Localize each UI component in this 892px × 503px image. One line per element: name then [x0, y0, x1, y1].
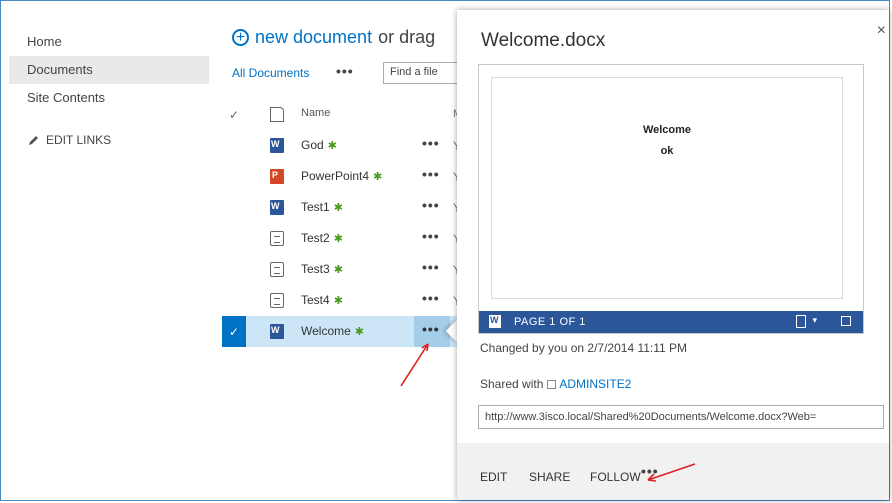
generic-doc-icon: [270, 231, 284, 246]
popout-icon[interactable]: [841, 316, 851, 326]
list-header: ✓ Name M: [222, 99, 462, 130]
document-preview[interactable]: Welcome ok PAGE 1 OF 1 ▾: [478, 64, 864, 334]
shared-with-label: Shared with: [480, 377, 544, 391]
reading-view-icon[interactable]: [796, 315, 806, 328]
edit-links-button[interactable]: EDIT LINKS: [28, 133, 111, 147]
document-name[interactable]: Test4 ✱: [301, 293, 343, 307]
generic-doc-icon: [270, 293, 284, 308]
generic-doc-icon: [270, 262, 284, 277]
preview-line-1: Welcome: [642, 124, 692, 136]
document-name[interactable]: Test3 ✱: [301, 262, 343, 276]
document-name[interactable]: Test1 ✱: [301, 200, 343, 214]
quick-launch: Home Documents Site Contents: [9, 28, 209, 112]
nav-item-home[interactable]: Home: [9, 28, 209, 56]
add-circle-icon[interactable]: +: [232, 29, 249, 46]
new-item-icon: ✱: [333, 295, 343, 307]
page-indicator: PAGE 1 OF 1: [514, 316, 586, 328]
select-all-check-icon[interactable]: ✓: [222, 99, 246, 130]
shared-with-row: Shared with ADMINSITE2: [480, 377, 631, 391]
new-item-icon: ✱: [354, 326, 365, 338]
document-name[interactable]: God ✱: [301, 138, 337, 152]
preview-line-2: ok: [660, 145, 674, 157]
new-item-icon: ✱: [333, 202, 343, 214]
open-menu-button[interactable]: •••: [422, 135, 440, 151]
open-menu-button[interactable]: •••: [422, 228, 440, 244]
column-header-name[interactable]: Name: [301, 107, 330, 119]
list-item[interactable]: Test1✱ ••• Y: [222, 192, 462, 223]
list-item[interactable]: Test3✱ ••• Y: [222, 254, 462, 285]
preview-page: Welcome ok: [491, 77, 843, 299]
user-presence-icon: [547, 379, 557, 389]
powerpoint-doc-icon: [270, 169, 284, 184]
new-document-command: + new document or drag: [232, 27, 435, 48]
file-type-header-icon[interactable]: [270, 107, 284, 122]
nav-item-site-contents[interactable]: Site Contents: [9, 84, 209, 112]
word-doc-icon: [270, 324, 284, 339]
chevron-down-icon[interactable]: ▾: [812, 315, 817, 326]
document-name[interactable]: Welcome ✱: [301, 324, 364, 338]
changed-by-text: Changed by you on 2/7/2014 11:11 PM: [480, 341, 688, 355]
view-more-button[interactable]: •••: [336, 63, 354, 79]
new-item-icon: ✱: [373, 171, 383, 183]
list-item[interactable]: Test4✱ ••• Y: [222, 285, 462, 316]
or-drag-text: or drag: [378, 27, 436, 47]
new-document-link[interactable]: new document: [255, 27, 372, 48]
document-list: ✓ Name M God✱ ••• Y PowerPoint4✱ ••• Y T…: [222, 99, 462, 347]
shared-with-link[interactable]: ADMINSITE2: [559, 377, 631, 391]
document-callout: Welcome.docx × Welcome ok PAGE 1 OF 1 ▾ …: [457, 10, 889, 500]
open-menu-button[interactable]: •••: [422, 197, 440, 213]
preview-toolbar: PAGE 1 OF 1 ▾: [479, 311, 863, 333]
document-name[interactable]: Test2 ✱: [301, 231, 343, 245]
list-item[interactable]: PowerPoint4✱ ••• Y: [222, 161, 462, 192]
new-item-icon: ✱: [327, 140, 337, 152]
document-name[interactable]: PowerPoint4 ✱: [301, 169, 382, 183]
open-menu-button[interactable]: •••: [422, 166, 440, 182]
close-icon[interactable]: ×: [877, 22, 886, 40]
row-checked-icon[interactable]: ✓: [222, 316, 246, 347]
word-app-icon: [489, 315, 501, 328]
annotation-arrow-icon: [400, 343, 429, 387]
open-menu-button[interactable]: •••: [422, 321, 440, 337]
edit-button[interactable]: EDIT: [480, 470, 507, 484]
list-item[interactable]: Test2✱ ••• Y: [222, 223, 462, 254]
pencil-icon: [29, 136, 38, 145]
open-menu-button[interactable]: •••: [422, 259, 440, 275]
word-doc-icon: [270, 200, 284, 215]
list-item[interactable]: God✱ ••• Y: [222, 130, 462, 161]
follow-button[interactable]: FOLLOW: [590, 470, 641, 484]
word-doc-icon: [270, 138, 284, 153]
open-menu-button[interactable]: •••: [422, 290, 440, 306]
annotation-arrow-icon: [647, 463, 696, 482]
edit-links-label: EDIT LINKS: [46, 133, 112, 147]
share-button[interactable]: SHARE: [529, 470, 570, 484]
new-item-icon: ✱: [333, 233, 343, 245]
callout-title: Welcome.docx: [481, 30, 606, 51]
new-item-icon: ✱: [333, 264, 343, 276]
view-all-documents[interactable]: All Documents: [232, 66, 309, 80]
document-url-field[interactable]: http://www.3isco.local/Shared%20Document…: [478, 405, 884, 429]
nav-item-documents[interactable]: Documents: [9, 56, 209, 84]
